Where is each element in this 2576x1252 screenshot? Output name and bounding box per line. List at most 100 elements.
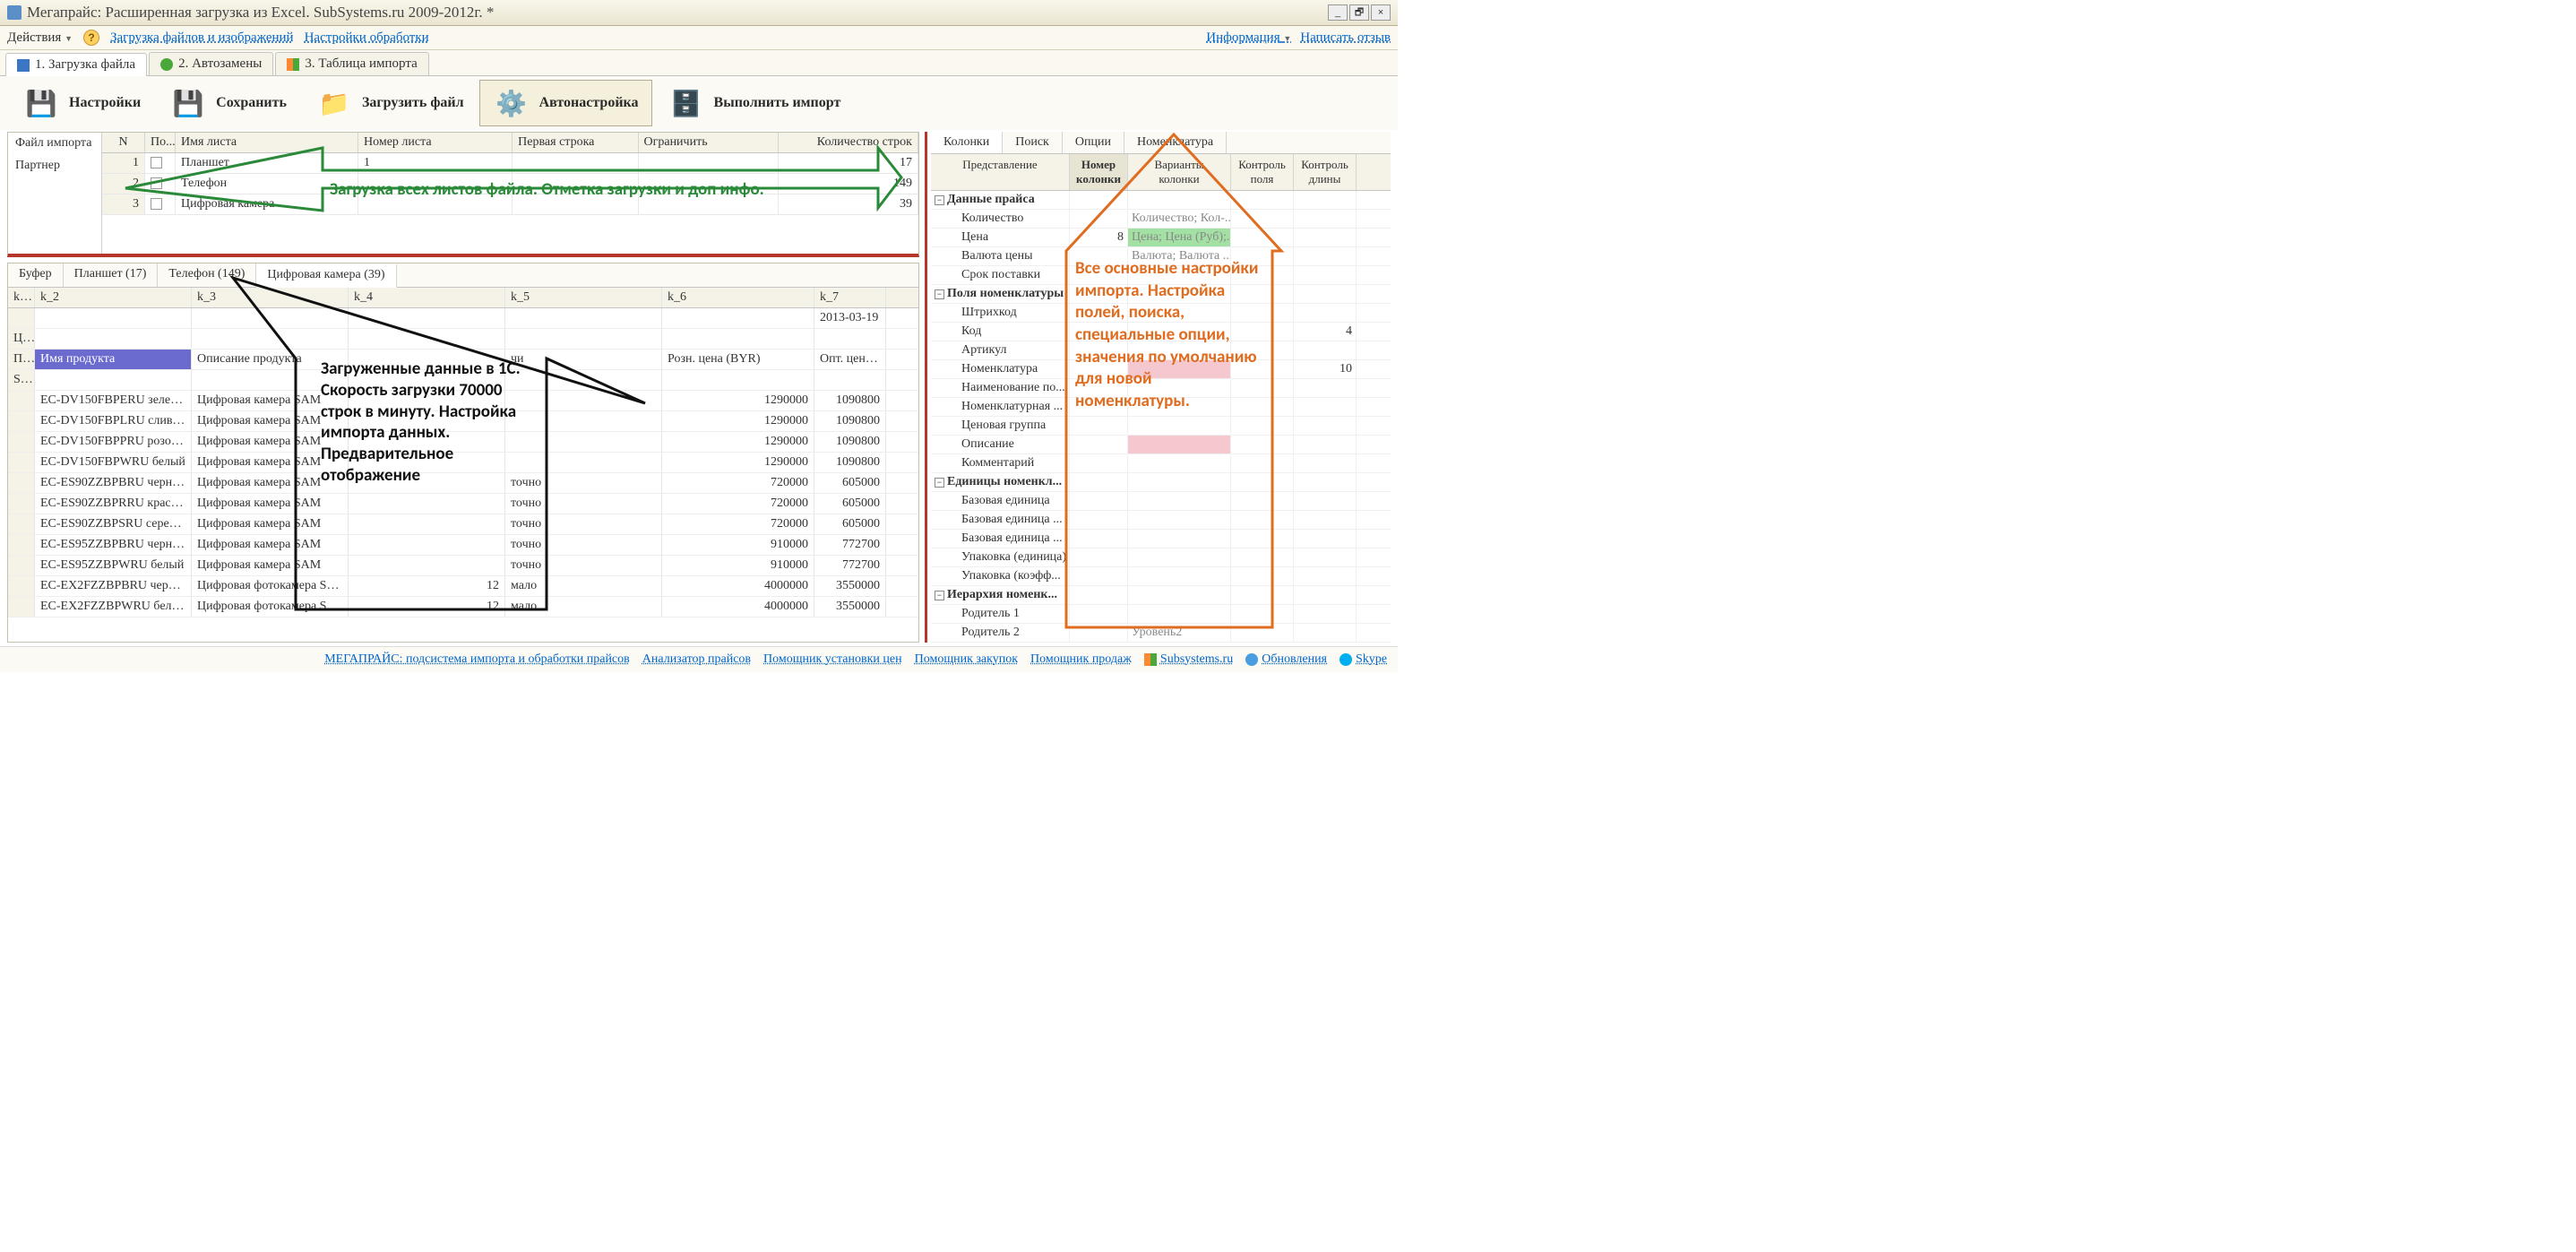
menu-processing-settings[interactable]: Настройки обработки bbox=[305, 30, 429, 46]
save-button[interactable]: 💾Сохранить bbox=[156, 80, 300, 126]
data-row[interactable]: EC-ES90ZZBPSRU сереброЦифровая камера SA… bbox=[8, 514, 918, 535]
tree-row[interactable]: КоличествоКоличество; Кол-... bbox=[931, 210, 1391, 229]
tree-row[interactable]: Упаковка (коэфф... bbox=[931, 567, 1391, 586]
minimize-button[interactable]: _ bbox=[1328, 4, 1348, 21]
settings-button[interactable]: 💾Настройки bbox=[9, 80, 154, 126]
run-import-button[interactable]: 🗄️Выполнить импорт bbox=[654, 80, 855, 126]
data-row[interactable]: 2013-03-19 bbox=[8, 308, 918, 329]
tree-row[interactable]: Базовая единица ... bbox=[931, 511, 1391, 530]
col-count[interactable]: Количество строк bbox=[779, 133, 918, 152]
tree-row[interactable]: Валюта ценыВалюта; Валюта ... bbox=[931, 247, 1391, 266]
tab-phone[interactable]: Телефон (149) bbox=[158, 263, 256, 287]
col-k4[interactable]: k_4 bbox=[349, 288, 505, 307]
col-n[interactable]: N bbox=[102, 133, 145, 152]
data-row[interactable]: S... bbox=[8, 370, 918, 391]
tree-row[interactable]: −Поля номенклатуры bbox=[931, 285, 1391, 304]
footer-price-helper[interactable]: Помощник установки цен bbox=[763, 652, 902, 667]
maximize-button[interactable]: 🗗 bbox=[1349, 4, 1369, 21]
sheet-row[interactable]: 3Цифровая камера39 bbox=[102, 194, 918, 215]
actions-menu[interactable]: Действия ▼ bbox=[7, 30, 73, 46]
tree-row[interactable]: Штрихкод bbox=[931, 304, 1391, 323]
tree-row[interactable]: Срок поставки bbox=[931, 266, 1391, 285]
col-k6[interactable]: k_6 bbox=[662, 288, 814, 307]
tab-autoreplace[interactable]: 2. Автозамены bbox=[149, 52, 273, 75]
tree-toggle[interactable]: − bbox=[935, 195, 944, 205]
tab-load-file[interactable]: 1. Загрузка файла bbox=[5, 53, 147, 76]
tab-nomenclature[interactable]: Номенклатура bbox=[1124, 132, 1227, 153]
tree-row[interactable]: −Единицы номенкл... bbox=[931, 473, 1391, 492]
tree-row[interactable]: Код4 bbox=[931, 323, 1391, 341]
footer-purchase-helper[interactable]: Помощник закупок bbox=[915, 652, 1018, 667]
data-row[interactable]: EC-EX2FZZBPWRU белыйЦифровая фотокамера … bbox=[8, 597, 918, 617]
col-k7[interactable]: k_7 bbox=[814, 288, 886, 307]
footer-updates[interactable]: Обновления bbox=[1245, 652, 1327, 667]
data-row[interactable]: EC-ES90ZZBPBRU черныйЦифровая камера SAM… bbox=[8, 473, 918, 494]
tree-row[interactable]: Родитель 2Уровень2 bbox=[931, 624, 1391, 643]
col-k3[interactable]: k_3 bbox=[192, 288, 349, 307]
col-representation[interactable]: Представление bbox=[931, 154, 1070, 190]
data-row[interactable]: EC-DV150FBPERU зеленыйЦифровая камера SA… bbox=[8, 391, 918, 411]
sheet-row[interactable]: 2Телефон149 bbox=[102, 174, 918, 194]
tree-row[interactable]: Цена8Цена; Цена (Руб);... bbox=[931, 229, 1391, 247]
data-row[interactable]: Ц... bbox=[8, 329, 918, 350]
data-row-header-labels[interactable]: П...Имя продуктаОписание продуктачиРозн.… bbox=[8, 350, 918, 370]
columns-tree[interactable]: −Данные прайсаКоличествоКоличество; Кол-… bbox=[931, 191, 1391, 643]
menu-load-files[interactable]: Загрузка файлов и изображений bbox=[110, 30, 294, 46]
col-field-control[interactable]: Контроль поля bbox=[1231, 154, 1294, 190]
tab-search[interactable]: Поиск bbox=[1003, 132, 1063, 153]
col-k2[interactable]: k_2 bbox=[35, 288, 192, 307]
col-po[interactable]: По... bbox=[145, 133, 176, 152]
tab-camera[interactable]: Цифровая камера (39) bbox=[256, 264, 396, 288]
tree-toggle[interactable]: − bbox=[935, 289, 944, 299]
footer-price-analyzer[interactable]: Анализатор прайсов bbox=[642, 652, 751, 667]
tree-row[interactable]: Базовая единица ... bbox=[931, 530, 1391, 548]
tree-row[interactable]: Артикул bbox=[931, 341, 1391, 360]
tree-row[interactable]: Родитель 1 bbox=[931, 605, 1391, 624]
sheets-table[interactable]: N По... Имя листа Номер листа Первая стр… bbox=[102, 133, 918, 254]
footer-megaprice[interactable]: МЕГАПРАЙС: подсистема импорта и обработк… bbox=[324, 652, 630, 667]
col-length-control[interactable]: Контроль длины bbox=[1294, 154, 1357, 190]
tree-row[interactable]: Комментарий bbox=[931, 454, 1391, 473]
data-row[interactable]: EC-ES90ZZBPRRU красныйЦифровая камера SA… bbox=[8, 494, 918, 514]
data-grid[interactable]: k... k_2 k_3 k_4 k_5 k_6 k_7 2013-03-19 … bbox=[8, 288, 918, 642]
col-column-number[interactable]: Номер колонки bbox=[1070, 154, 1128, 190]
tree-toggle[interactable]: − bbox=[935, 591, 944, 600]
tab-tablet[interactable]: Планшет (17) bbox=[64, 263, 159, 287]
tree-row[interactable]: Ценовая группа bbox=[931, 417, 1391, 436]
tree-row[interactable]: Описание bbox=[931, 436, 1391, 454]
col-k0[interactable]: k... bbox=[8, 288, 35, 307]
help-icon[interactable]: ? bbox=[83, 30, 99, 46]
data-row[interactable]: EC-ES95ZZBPBRU черныйЦифровая камера SAM… bbox=[8, 535, 918, 556]
data-row[interactable]: EC-ES95ZZBPWRU белыйЦифровая камера SAMт… bbox=[8, 556, 918, 576]
sheet-row[interactable]: 1Планшет117 bbox=[102, 153, 918, 174]
col-limit[interactable]: Ограничить bbox=[639, 133, 779, 152]
data-row[interactable]: EC-DV150FBPWRU белыйЦифровая камера SAM1… bbox=[8, 453, 918, 473]
tab-buffer[interactable]: Буфер bbox=[8, 263, 64, 287]
footer-sales-helper[interactable]: Помощник продаж bbox=[1030, 652, 1132, 667]
col-sheet-name[interactable]: Имя листа bbox=[176, 133, 358, 152]
close-button[interactable]: × bbox=[1371, 4, 1391, 21]
footer-subsystems[interactable]: Subsystems.ru bbox=[1144, 652, 1233, 667]
tab-columns[interactable]: Колонки bbox=[931, 132, 1003, 153]
tree-row[interactable]: Упаковка (единица) bbox=[931, 548, 1391, 567]
col-sheet-num[interactable]: Номер листа bbox=[358, 133, 513, 152]
tree-row[interactable]: Наименование по... bbox=[931, 379, 1391, 398]
autosetup-button[interactable]: ⚙️Автонастройка bbox=[479, 80, 652, 126]
data-row[interactable]: EC-DV150FBPLRU сливовыйЦифровая камера S… bbox=[8, 411, 918, 432]
col-k5[interactable]: k_5 bbox=[505, 288, 662, 307]
tab-import-table[interactable]: 3. Таблица импорта bbox=[275, 52, 428, 75]
menu-feedback[interactable]: Написать отзыв bbox=[1300, 30, 1391, 46]
col-column-variants[interactable]: Варианты колонки bbox=[1128, 154, 1231, 190]
footer-skype[interactable]: Skype bbox=[1340, 652, 1387, 667]
tree-row[interactable]: Номенклатура10 bbox=[931, 360, 1391, 379]
menu-info[interactable]: Информация ▼ bbox=[1206, 30, 1291, 46]
col-first-row[interactable]: Первая строка bbox=[513, 133, 638, 152]
tab-options[interactable]: Опции bbox=[1063, 132, 1124, 153]
tree-toggle[interactable]: − bbox=[935, 478, 944, 488]
tree-row[interactable]: Номенклатурная ... bbox=[931, 398, 1391, 417]
tree-row[interactable]: −Данные прайса bbox=[931, 191, 1391, 210]
tree-row[interactable]: Базовая единица bbox=[931, 492, 1391, 511]
data-row[interactable]: EC-EX2FZZBPBRU черныйЦифровая фотокамера… bbox=[8, 576, 918, 597]
load-file-button[interactable]: 📁Загрузить файл bbox=[302, 80, 478, 126]
data-row[interactable]: EC-DV150FBPPRU розовыйЦифровая камера SA… bbox=[8, 432, 918, 453]
